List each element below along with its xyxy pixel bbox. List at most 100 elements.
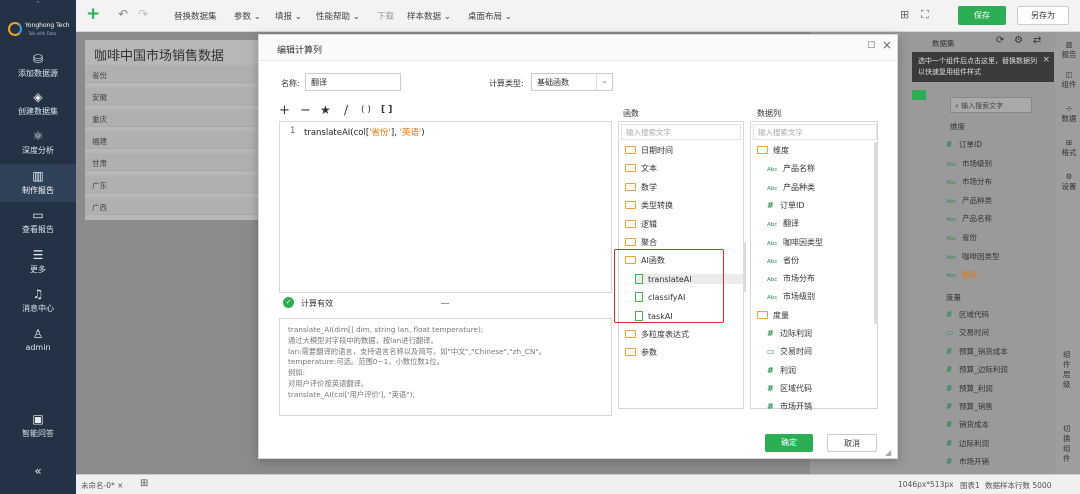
cancel-button[interactable]: 取消 bbox=[827, 434, 877, 452]
column-item[interactable]: Abc 市场级别 bbox=[767, 291, 815, 302]
sidebar-item-more[interactable]: ☰ 更多 bbox=[0, 248, 76, 275]
sidebar-item-deep-analysis[interactable]: ⚛ 深度分析 bbox=[0, 129, 76, 156]
column-item[interactable]: Abc 产品名称 bbox=[767, 163, 815, 174]
performance-menu[interactable]: 性能帮助 ⌄ bbox=[316, 10, 360, 22]
field-item[interactable]: # 订单ID bbox=[946, 139, 982, 150]
column-item[interactable]: Abc 产品种类 bbox=[767, 182, 815, 193]
field-item[interactable]: Abc 翻译 bbox=[946, 269, 977, 280]
replace-dataset-button[interactable]: 替换数据集 bbox=[174, 10, 217, 22]
swap-icon[interactable]: ⇄ bbox=[1033, 35, 1041, 46]
resize-handle[interactable] bbox=[441, 303, 449, 304]
measure-item[interactable]: # 边际利润 bbox=[946, 438, 989, 449]
sidebar-item-add-datasource[interactable]: ⛁ 添加数据源 bbox=[0, 52, 76, 79]
sidebar-item-smart-qa[interactable]: ▣ 智能问答 bbox=[0, 412, 76, 439]
resize-grip-icon[interactable]: ◢ bbox=[885, 448, 891, 457]
formula-editor[interactable]: 1 translateAI(col['省份'], '英语') bbox=[279, 121, 612, 293]
desktop-layout-menu[interactable]: 桌面布局 ⌄ bbox=[468, 10, 512, 22]
sidebar-item-admin[interactable]: ♙ admin bbox=[0, 327, 76, 352]
column-item[interactable]: Abc 翻译 bbox=[767, 218, 799, 229]
column-item[interactable]: Abc 市场分布 bbox=[767, 273, 815, 284]
measure-item[interactable]: # 销货成本 bbox=[946, 419, 989, 430]
field-search-input[interactable]: ⌕ 输入搜索文字 bbox=[950, 97, 1032, 113]
column-item[interactable]: ▭ 交易时间 bbox=[767, 346, 812, 357]
plus-operator[interactable]: + bbox=[279, 103, 290, 118]
measure-item[interactable]: # 区域代码 bbox=[946, 309, 989, 320]
parentheses-operator[interactable]: ( ) bbox=[361, 105, 371, 115]
tab-format[interactable]: ⊞ 格式 bbox=[1060, 138, 1078, 158]
column-item[interactable]: # 市场开销 bbox=[767, 401, 812, 412]
column-item[interactable]: Abc 省份 bbox=[767, 255, 799, 266]
tab-data[interactable]: ⊹ 数据 bbox=[1060, 104, 1078, 124]
save-as-button[interactable]: 另存为 bbox=[1017, 6, 1069, 25]
field-item[interactable]: Abc 省份 bbox=[946, 232, 977, 243]
function-category[interactable]: 参数 bbox=[625, 347, 657, 358]
column-item[interactable]: # 订单ID bbox=[767, 200, 805, 211]
add-sheet-icon[interactable]: ⊞ bbox=[140, 478, 148, 489]
save-button[interactable]: 保存 bbox=[958, 6, 1006, 25]
component-hierarchy-tab[interactable]: 组件层级 bbox=[1063, 350, 1073, 390]
field-item[interactable]: Abc 产品名称 bbox=[946, 213, 992, 224]
ok-button[interactable]: 确定 bbox=[765, 434, 813, 452]
params-menu[interactable]: 参数 ⌄ bbox=[234, 10, 261, 22]
sidebar-item-make-report[interactable]: ▥ 制作报告 bbox=[0, 164, 76, 202]
calc-type-select[interactable]: 基础函数 ⌄ bbox=[531, 73, 613, 91]
dropdown-toggle[interactable] bbox=[912, 90, 926, 100]
fill-menu[interactable]: 填报 ⌄ bbox=[275, 10, 302, 22]
brackets-operator[interactable]: [ ] bbox=[381, 105, 392, 115]
redo-icon[interactable]: ↷ bbox=[138, 7, 148, 21]
measure-item[interactable]: # 市场开销 bbox=[946, 456, 989, 467]
settings-icon[interactable]: ⚙ bbox=[1014, 35, 1023, 46]
field-item[interactable]: Abc 市场级别 bbox=[946, 158, 992, 169]
field-item[interactable]: Abc 市场分布 bbox=[946, 176, 992, 187]
sidebar-item-messages[interactable]: ♫ 消息中心 bbox=[0, 287, 76, 314]
sidebar-item-view-report[interactable]: ▭ 查看报告 bbox=[0, 208, 76, 235]
maximize-icon[interactable]: ▢ bbox=[867, 40, 876, 50]
function-category[interactable]: 逻辑 bbox=[625, 219, 657, 230]
sidebar-item-create-dataset[interactable]: ◈ 创建数据集 bbox=[0, 90, 76, 117]
preview-icon[interactable]: ⊞ bbox=[900, 8, 909, 21]
column-item[interactable]: # 利润 bbox=[767, 365, 796, 376]
function-search-input[interactable]: 输入搜索文字 bbox=[621, 124, 741, 140]
measure-item[interactable]: # 预算_边际利润 bbox=[946, 364, 1008, 375]
measure-item[interactable]: # 预算_利润 bbox=[946, 383, 993, 394]
function-category[interactable]: 文本 bbox=[625, 163, 657, 174]
close-icon[interactable]: × bbox=[1042, 55, 1050, 66]
column-group[interactable]: 维度 bbox=[757, 145, 789, 156]
divide-operator[interactable]: / bbox=[344, 103, 348, 117]
measure-item[interactable]: # 预算_销货成本 bbox=[946, 346, 1008, 357]
minus-operator[interactable]: − bbox=[300, 103, 311, 118]
switch-component-tab[interactable]: 切换组件 bbox=[1063, 424, 1073, 464]
close-icon[interactable]: × bbox=[117, 481, 123, 490]
tab-report[interactable]: ▥ 报告 bbox=[1060, 40, 1078, 60]
tab-settings[interactable]: ⚙ 设置 bbox=[1060, 172, 1078, 192]
refresh-icon[interactable]: ⟳ bbox=[996, 35, 1004, 46]
collapse-icon[interactable]: « bbox=[0, 464, 76, 478]
column-item[interactable]: Abc 咖啡因类型 bbox=[767, 237, 823, 248]
field-item[interactable]: Abc 咖啡因类型 bbox=[946, 251, 1000, 262]
column-group[interactable]: 度量 bbox=[757, 310, 789, 321]
sample-data-menu[interactable]: 样本数据 ⌄ bbox=[407, 10, 451, 22]
measure-item[interactable]: ▭ 交易时间 bbox=[946, 327, 989, 338]
scrollbar[interactable] bbox=[874, 142, 877, 324]
undo-icon[interactable]: ↶ bbox=[118, 7, 128, 21]
add-icon[interactable]: + bbox=[86, 4, 100, 24]
function-category[interactable]: 日期时间 bbox=[625, 145, 673, 156]
chevron-up-icon[interactable]: ⌃ bbox=[0, 0, 76, 8]
measure-item[interactable]: # 预算_销售 bbox=[946, 401, 993, 412]
function-category[interactable]: 数学 bbox=[625, 182, 657, 193]
name-input[interactable]: 翻译 bbox=[305, 73, 401, 91]
function-category[interactable]: 多粒度表达式 bbox=[625, 329, 689, 340]
close-icon[interactable]: × bbox=[882, 38, 892, 52]
sheet-tab[interactable]: 未命名-0* × bbox=[81, 480, 123, 491]
function-category[interactable]: 类型转换 bbox=[625, 200, 673, 211]
fullscreen-icon[interactable]: ⛶ bbox=[921, 8, 929, 22]
column-item[interactable]: # 区域代码 bbox=[767, 383, 812, 394]
field-item[interactable]: Abc 产品种类 bbox=[946, 195, 992, 206]
function-category[interactable]: 聚合 bbox=[625, 237, 657, 248]
column-search-input[interactable]: 输入搜索文字 bbox=[753, 124, 877, 140]
tab-component[interactable]: ◫ 组件 bbox=[1060, 70, 1078, 90]
download-button[interactable]: 下载 bbox=[377, 10, 394, 22]
column-item[interactable]: # 边际利润 bbox=[767, 328, 812, 339]
scrollbar[interactable] bbox=[743, 242, 746, 292]
multiply-operator[interactable]: ★ bbox=[320, 103, 331, 117]
